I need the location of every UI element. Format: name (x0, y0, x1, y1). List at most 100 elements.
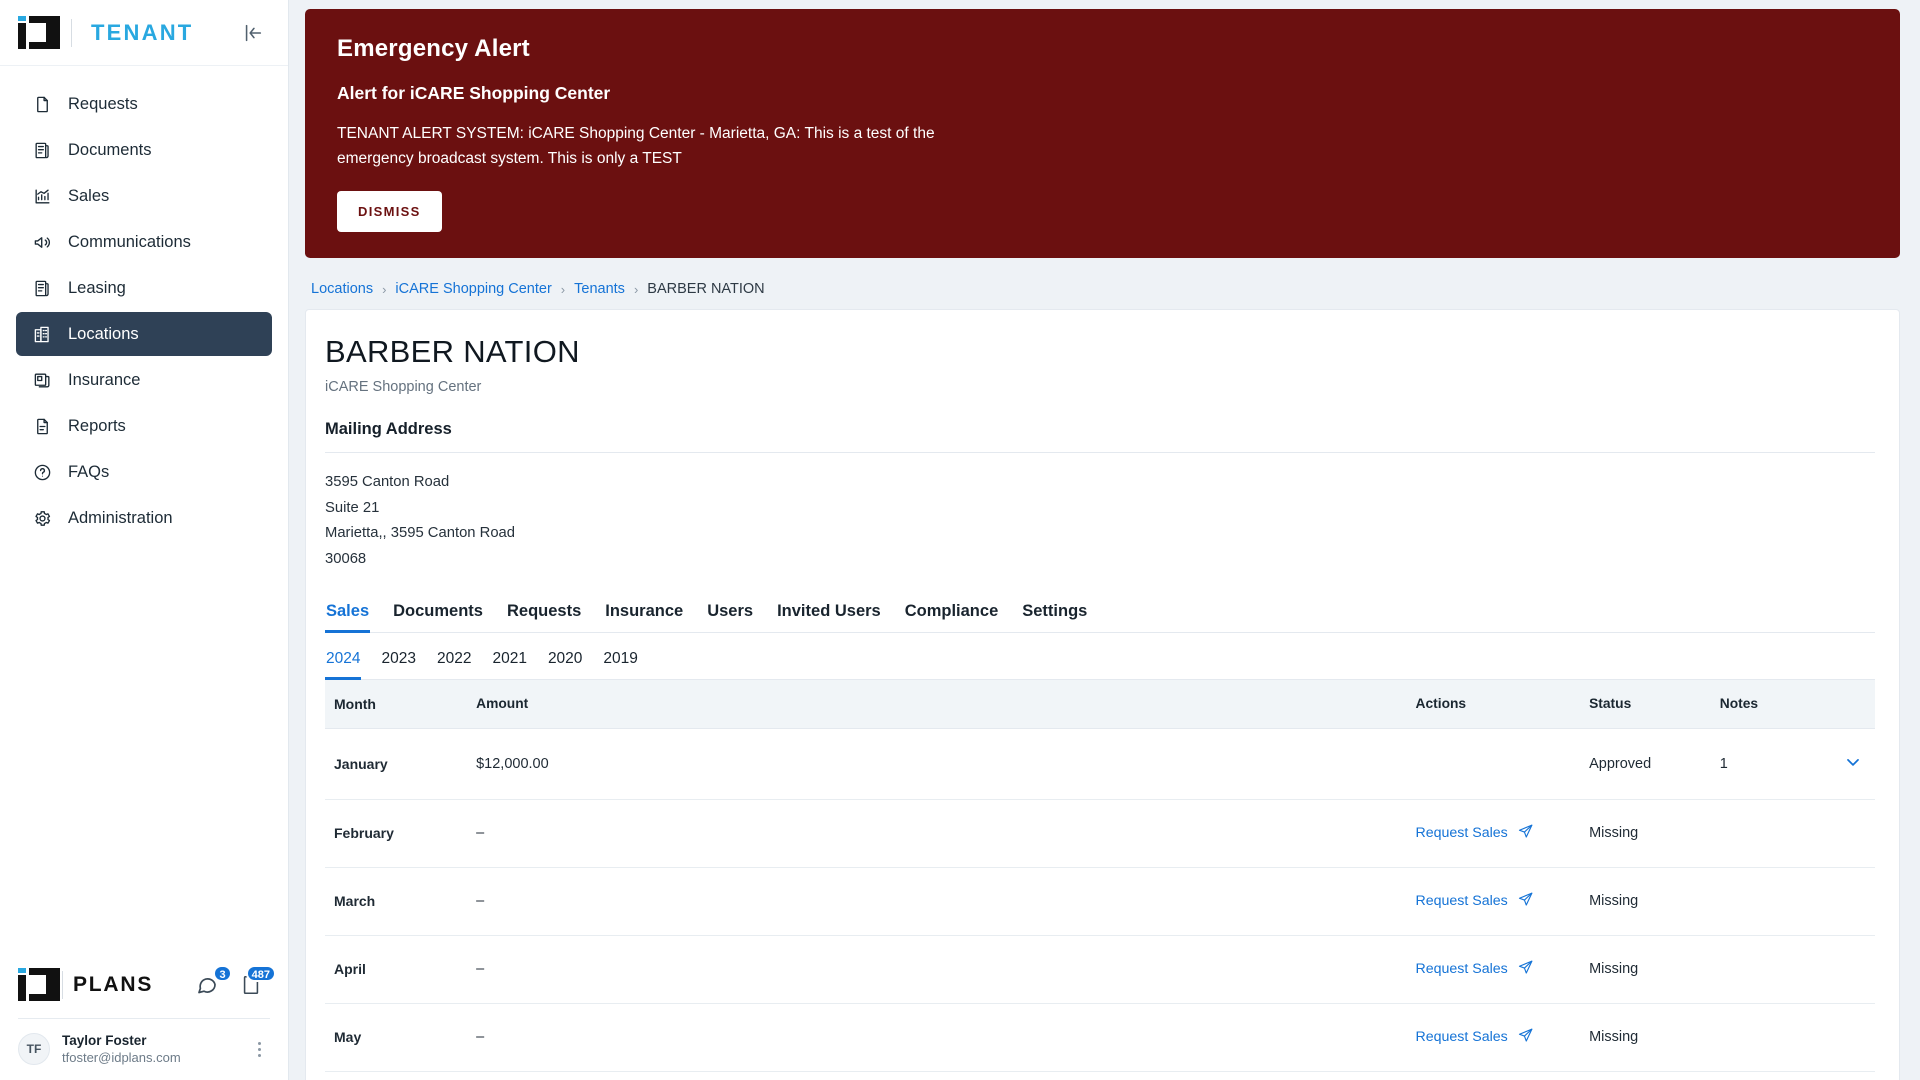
year-tab-2019[interactable]: 2019 (602, 650, 638, 679)
breadcrumb-item-tenants[interactable]: Tenants (574, 281, 625, 297)
cell-amount: – (476, 867, 1416, 936)
cell-month: June (325, 1071, 477, 1080)
tab-bar: Sales Documents Requests Insurance Users… (325, 602, 1875, 633)
sidebar-nav: Requests Documents Sales Communications (0, 66, 288, 540)
table-row[interactable]: February – Request Sales Missing (325, 799, 1875, 868)
plans-logo[interactable]: PLANS (18, 968, 153, 1002)
tab-users[interactable]: Users (706, 602, 754, 632)
megaphone-icon (31, 231, 53, 253)
sidebar-item-label: FAQs (68, 462, 110, 481)
table-row[interactable]: April – Request Sales Missing (325, 935, 1875, 1004)
breadcrumb-item-center[interactable]: iCARE Shopping Center (395, 281, 551, 297)
year-tab-2020[interactable]: 2020 (547, 650, 583, 679)
id-logo-icon (18, 968, 60, 1002)
table-row[interactable]: May – Request Sales Missing (325, 1003, 1875, 1072)
sidebar-item-reports[interactable]: Reports (16, 404, 272, 448)
breadcrumb-item-locations[interactable]: Locations (311, 281, 373, 297)
sidebar-item-label: Locations (68, 324, 139, 343)
brand-logo[interactable]: TENANT (18, 16, 193, 49)
address-line: Marietta,, 3595 Canton Road (325, 525, 516, 542)
table-row[interactable]: January $12,000.00 Approved 1 (325, 728, 1875, 800)
table-header: Month Amount Actions Status Notes (325, 679, 1875, 729)
column-header-status[interactable]: Status (1589, 679, 1720, 729)
sidebar-item-administration[interactable]: Administration (16, 496, 272, 540)
kebab-menu-icon[interactable] (248, 1036, 270, 1062)
sidebar-item-sales[interactable]: Sales (16, 174, 272, 218)
report-icon (31, 415, 53, 437)
sidebar-item-documents[interactable]: Documents (16, 128, 272, 172)
chevron-right-icon: › (382, 281, 387, 297)
tab-invited-users[interactable]: Invited Users (776, 602, 882, 632)
table-body: January $12,000.00 Approved 1 February – Reque… (325, 728, 1875, 1080)
request-sales-button[interactable]: Request Sales (1416, 959, 1534, 980)
column-header-month[interactable]: Month (325, 679, 477, 729)
cell-expand (1813, 1003, 1875, 1072)
address-line: Suite 21 (325, 499, 380, 516)
request-sales-button[interactable]: Request Sales (1416, 1027, 1534, 1048)
table-row[interactable]: March – Request Sales Missing (325, 867, 1875, 936)
document-badge-icon[interactable]: 487 (236, 964, 276, 1000)
question-circle-icon (31, 461, 53, 483)
tab-settings[interactable]: Settings (1021, 602, 1088, 632)
footer-badges: 3 487 (192, 964, 276, 1000)
tab-insurance[interactable]: Insurance (604, 602, 684, 632)
cell-month: May (325, 1003, 477, 1072)
documents-icon (31, 139, 53, 161)
mailing-address: 3595 Canton Road Suite 21 Marietta,, 359… (325, 453, 1875, 572)
brand-name: TENANT (91, 19, 194, 45)
sidebar-item-faqs[interactable]: FAQs (16, 450, 272, 494)
cell-month: February (325, 799, 477, 868)
request-sales-button[interactable]: Request Sales (1416, 823, 1534, 844)
document-icon (31, 93, 53, 115)
cell-amount: – (476, 1003, 1416, 1072)
year-tab-2022[interactable]: 2022 (436, 650, 472, 679)
sidebar-item-communications[interactable]: Communications (16, 220, 272, 264)
chevron-right-icon: › (560, 281, 566, 297)
collapse-left-icon[interactable] (236, 16, 270, 50)
table-row[interactable]: June–Request SalesMissing (325, 1071, 1875, 1080)
year-tab-2024[interactable]: 2024 (325, 650, 362, 680)
user-email: tfoster@idplans.com (62, 1049, 181, 1065)
sidebar: TENANT Requests Documents Sales Communic… (0, 0, 289, 1080)
address-line: 30068 (325, 550, 367, 567)
chevron-down-icon[interactable] (1843, 752, 1863, 776)
column-header-actions: Actions (1415, 679, 1590, 729)
cell-expand (1813, 867, 1875, 936)
alert-subtitle: Alert for iCARE Shopping Center (337, 83, 611, 103)
cell-expand (1813, 799, 1875, 868)
sidebar-item-requests[interactable]: Requests (16, 82, 272, 126)
dismiss-button[interactable]: DISMISS (337, 191, 442, 233)
sidebar-item-insurance[interactable]: Insurance (16, 358, 272, 402)
cell-expand (1813, 728, 1875, 800)
sidebar-item-locations[interactable]: Locations (16, 312, 272, 356)
cell-amount: $12,000.00 (476, 728, 1416, 800)
chat-bubble-icon[interactable]: 3 (192, 964, 232, 1000)
tab-documents[interactable]: Documents (392, 602, 484, 632)
tab-requests[interactable]: Requests (506, 602, 582, 632)
tab-compliance[interactable]: Compliance (904, 602, 1000, 632)
logo-divider (62, 970, 63, 999)
send-icon (1517, 891, 1534, 912)
bar-chart-icon (31, 185, 53, 207)
column-header-expand (1813, 679, 1875, 729)
sidebar-item-label: Requests (68, 94, 138, 113)
sidebar-item-leasing[interactable]: Leasing (16, 266, 272, 310)
year-tab-2021[interactable]: 2021 (491, 650, 527, 679)
request-sales-button[interactable]: Request Sales (1416, 891, 1534, 912)
sidebar-item-label: Sales (68, 186, 110, 205)
cell-actions: Request Sales (1415, 1071, 1590, 1080)
year-tab-2023[interactable]: 2023 (380, 650, 416, 679)
plans-row: PLANS 3 487 (0, 958, 288, 1012)
gear-icon (31, 507, 53, 529)
user-name: Taylor Foster (62, 1032, 147, 1048)
logo-divider (71, 18, 72, 47)
sales-table: Month Amount Actions Status Notes Januar… (325, 679, 1875, 1080)
tab-sales[interactable]: Sales (325, 602, 371, 633)
main-content: Emergency Alert Alert for iCARE Shopping… (289, 0, 1920, 1080)
chevron-right-icon: › (633, 281, 639, 297)
alert-title: Emergency Alert (337, 35, 530, 62)
user-profile[interactable]: TF Taylor Foster tfoster@idplans.com (0, 1019, 288, 1066)
building-icon (31, 323, 53, 345)
column-header-amount[interactable]: Amount (476, 679, 1416, 729)
cell-notes (1719, 1003, 1814, 1072)
